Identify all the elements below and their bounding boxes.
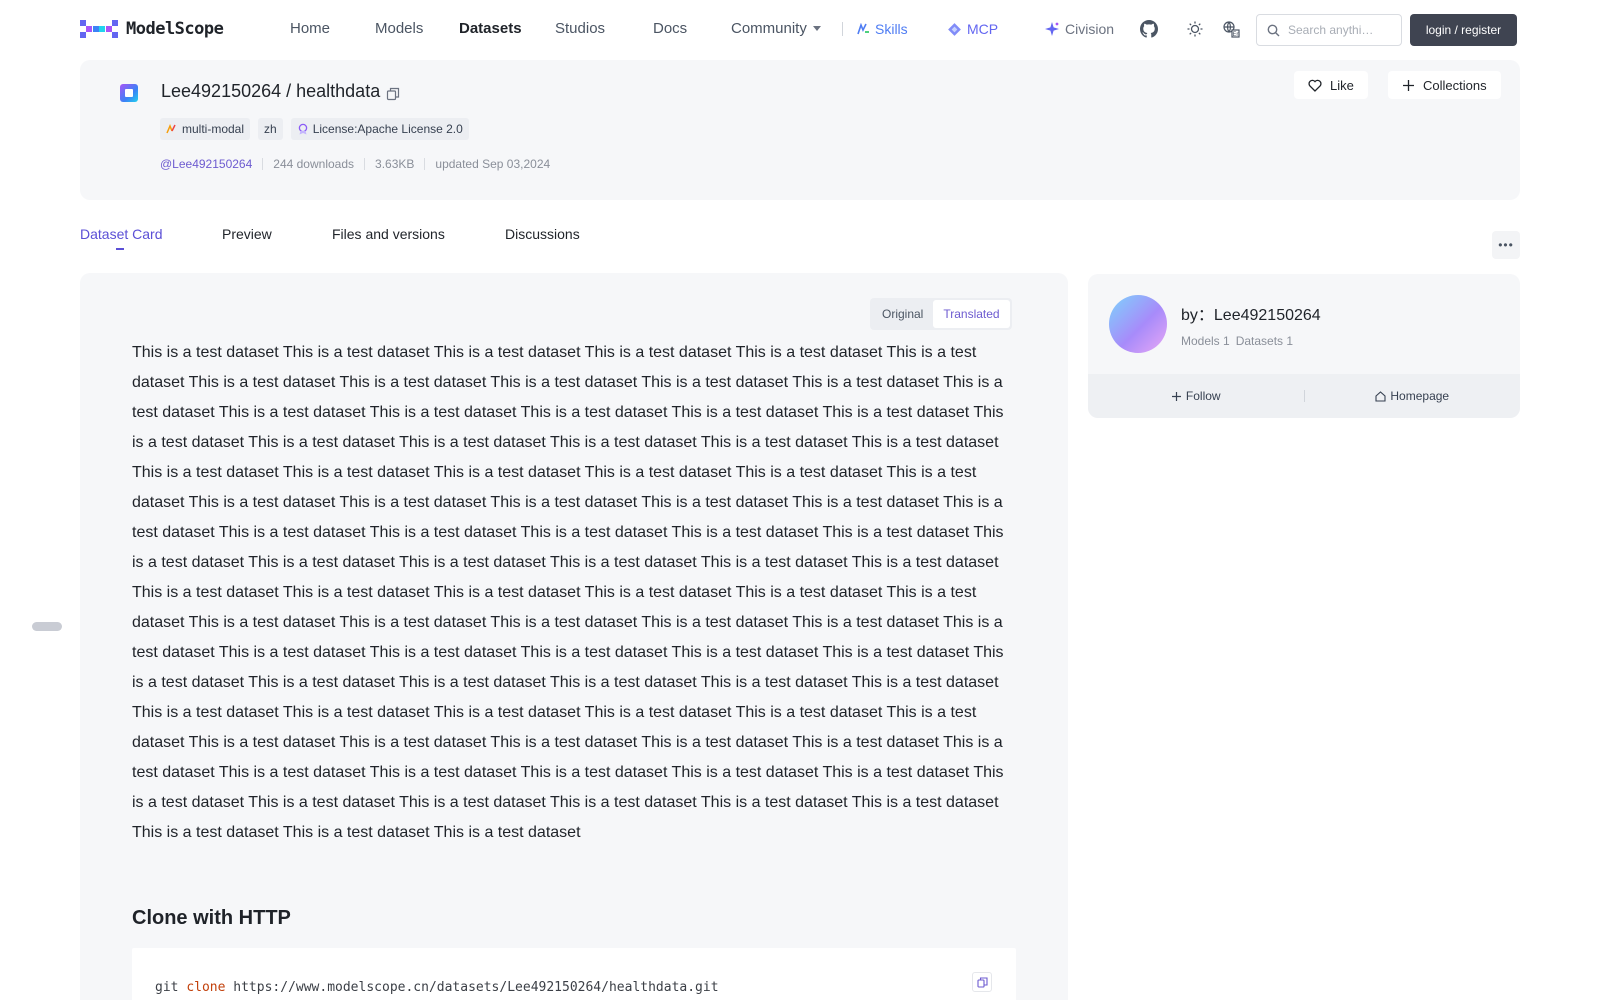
plus-icon [1171,391,1181,401]
author-models-count[interactable]: Models 1 [1181,334,1230,348]
author-datasets-count[interactable]: Datasets 1 [1236,334,1293,348]
code-cmd: git [155,980,179,995]
nav-civision[interactable]: Civision [1044,21,1114,37]
dataset-full-name: Lee492150264 / healthdata [161,81,381,101]
search-icon [1267,24,1280,36]
nav-mcp[interactable]: MCP [947,21,998,37]
copy-icon[interactable] [386,85,400,100]
dataset-title: Lee492150264 / healthdata [161,81,400,102]
avatar[interactable] [1109,295,1167,353]
skills-icon [857,23,869,35]
search-input[interactable] [1288,23,1398,37]
more-options-icon[interactable]: ••• [1492,231,1520,259]
meta-divider [262,158,264,170]
author-actions: Follow Homepage [1088,374,1520,418]
tab-dataset-card[interactable]: Dataset Card [80,226,163,250]
author-stats: Models 1 Datasets 1 [1181,334,1293,348]
active-tab-indicator [116,248,124,250]
nav-community[interactable]: Community [731,20,821,37]
license-icon [298,123,307,135]
nav-community-label: Community [731,20,807,37]
logo-mark-icon [80,18,118,40]
meta-divider [364,158,366,170]
nav-home[interactable]: Home [290,20,330,37]
download-count: 244 downloads [273,157,355,171]
collections-label: Collections [1423,77,1487,93]
like-button[interactable]: Like [1294,71,1368,99]
tag-language[interactable]: zh [258,118,283,140]
dataset-meta: @Lee492150264 244 downloads 3.63KB updat… [160,157,550,171]
tag-multimodal[interactable]: multi-modal [160,118,251,140]
tab-files-and-versions[interactable]: Files and versions [332,226,445,242]
follow-button[interactable]: Follow [1088,389,1304,403]
github-icon[interactable] [1139,19,1159,39]
login-register-button[interactable]: login / register [1410,14,1517,46]
author-card: by：Lee492150264 Models 1 Datasets 1 Foll… [1088,274,1520,418]
collections-button[interactable]: Collections [1388,71,1501,99]
author-name[interactable]: by：Lee492150264 [1181,301,1321,325]
nav-models[interactable]: Models [375,20,423,37]
plus-icon [1403,79,1414,91]
clone-command: git clone https://www.modelscope.cn/data… [155,980,719,995]
dataset-tags: multi-modal zh License:Apache License 2.… [160,118,469,140]
modelscope-logo[interactable]: ModelScope [80,18,224,40]
code-url: https://www.modelscope.cn/datasets/Lee49… [233,980,719,995]
brand-name: ModelScope [126,19,224,39]
chevron-down-icon [812,26,821,31]
mcp-icon [948,22,961,36]
code-keyword: clone [186,980,226,995]
dataset-icon [120,84,138,102]
updated-date: updated Sep 03,2024 [435,157,551,171]
toggle-translated[interactable]: Translated [933,300,1010,328]
search-box[interactable] [1256,14,1402,46]
tag-license[interactable]: License:Apache License 2.0 [290,118,469,140]
meta-divider [424,158,426,170]
clone-heading: Clone with HTTP [132,907,291,929]
homepage-label: Homepage [1390,389,1450,403]
svg-text:En: En [1233,31,1241,38]
nav-mcp-label: MCP [967,21,999,37]
multimodal-icon [166,123,176,133]
nav-divider [842,22,843,36]
top-navigation: ModelScope Home Models Datasets Studios … [0,0,1600,58]
language-icon[interactable]: En [1221,19,1241,39]
translation-toggle: Original Translated [870,298,1012,330]
nav-civision-label: Civision [1065,21,1115,37]
theme-toggle-icon[interactable] [1185,19,1205,39]
tab-preview[interactable]: Preview [222,226,272,242]
sparkle-icon [1045,22,1059,36]
follow-label: Follow [1185,389,1221,403]
author-link[interactable]: @Lee492150264 [160,157,252,171]
dataset-size: 3.63KB [375,157,415,171]
nav-studios[interactable]: Studios [555,20,605,37]
heart-icon [1308,79,1322,92]
nav-skills-label: Skills [875,21,908,37]
dataset-header: Lee492150264 / healthdata multi-modal zh… [80,60,1520,200]
like-label: Like [1330,77,1354,93]
dataset-card-content: Original Translated This is a test datas… [80,273,1068,1000]
nav-skills[interactable]: Skills [856,21,908,37]
tag-multimodal-label: multi-modal [182,122,245,136]
tab-discussions[interactable]: Discussions [505,226,580,242]
clone-code-block: git clone https://www.modelscope.cn/data… [132,948,1016,1000]
nav-docs[interactable]: Docs [653,20,687,37]
dataset-description: This is a test dataset This is a test da… [132,344,1004,841]
tag-language-label: zh [264,122,277,136]
home-icon [1375,390,1386,402]
copy-code-icon[interactable] [972,972,992,992]
tag-license-label: License:Apache License 2.0 [312,122,463,136]
nav-datasets[interactable]: Datasets [459,20,522,37]
toggle-original[interactable]: Original [872,300,933,328]
homepage-button[interactable]: Homepage [1305,389,1521,403]
tab-dataset-card-label: Dataset Card [80,226,163,242]
side-drawer-handle[interactable] [32,622,62,631]
